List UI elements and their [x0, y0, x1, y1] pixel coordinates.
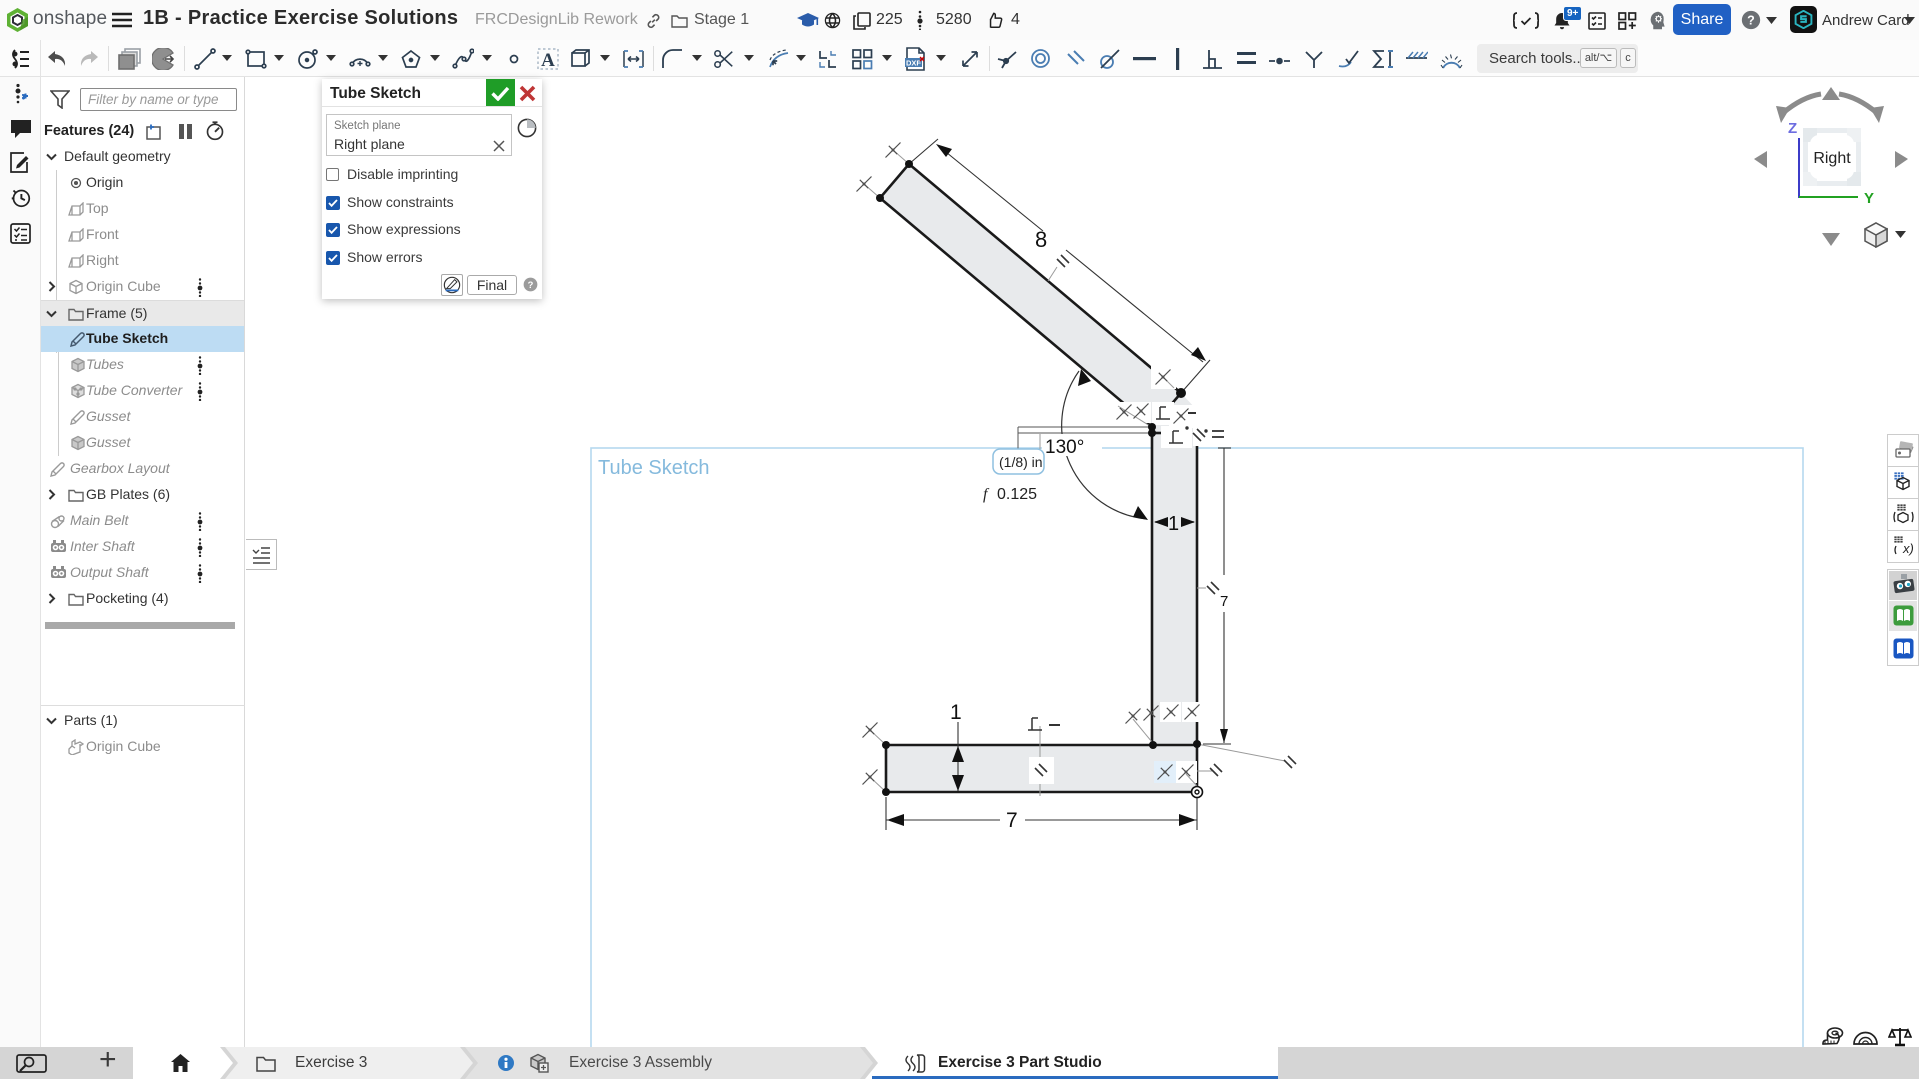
svg-text:Z: Z — [1788, 120, 1797, 137]
svg-text:130°: 130° — [1045, 437, 1084, 458]
svg-text:Right: Right — [1813, 150, 1851, 167]
svg-text:?: ? — [1747, 14, 1755, 28]
svg-text:A: A — [541, 50, 555, 71]
svg-text:x): x) — [1902, 541, 1914, 556]
svg-text:7: 7 — [1220, 593, 1228, 610]
svg-text:Tube Sketch: Tube Sketch — [598, 457, 710, 479]
svg-text:1: 1 — [1168, 513, 1179, 535]
svg-text:?: ? — [528, 280, 534, 290]
svg-text:8: 8 — [1035, 227, 1047, 252]
svg-text:Y: Y — [1864, 190, 1874, 207]
svg-text:7: 7 — [1006, 809, 1018, 832]
svg-text:DXF: DXF — [906, 58, 921, 67]
svg-text:1: 1 — [950, 701, 962, 724]
svg-text:0.125: 0.125 — [997, 486, 1037, 503]
svg-text:(1/8) in: (1/8) in — [999, 454, 1043, 470]
svg-text:f: f — [983, 486, 990, 503]
